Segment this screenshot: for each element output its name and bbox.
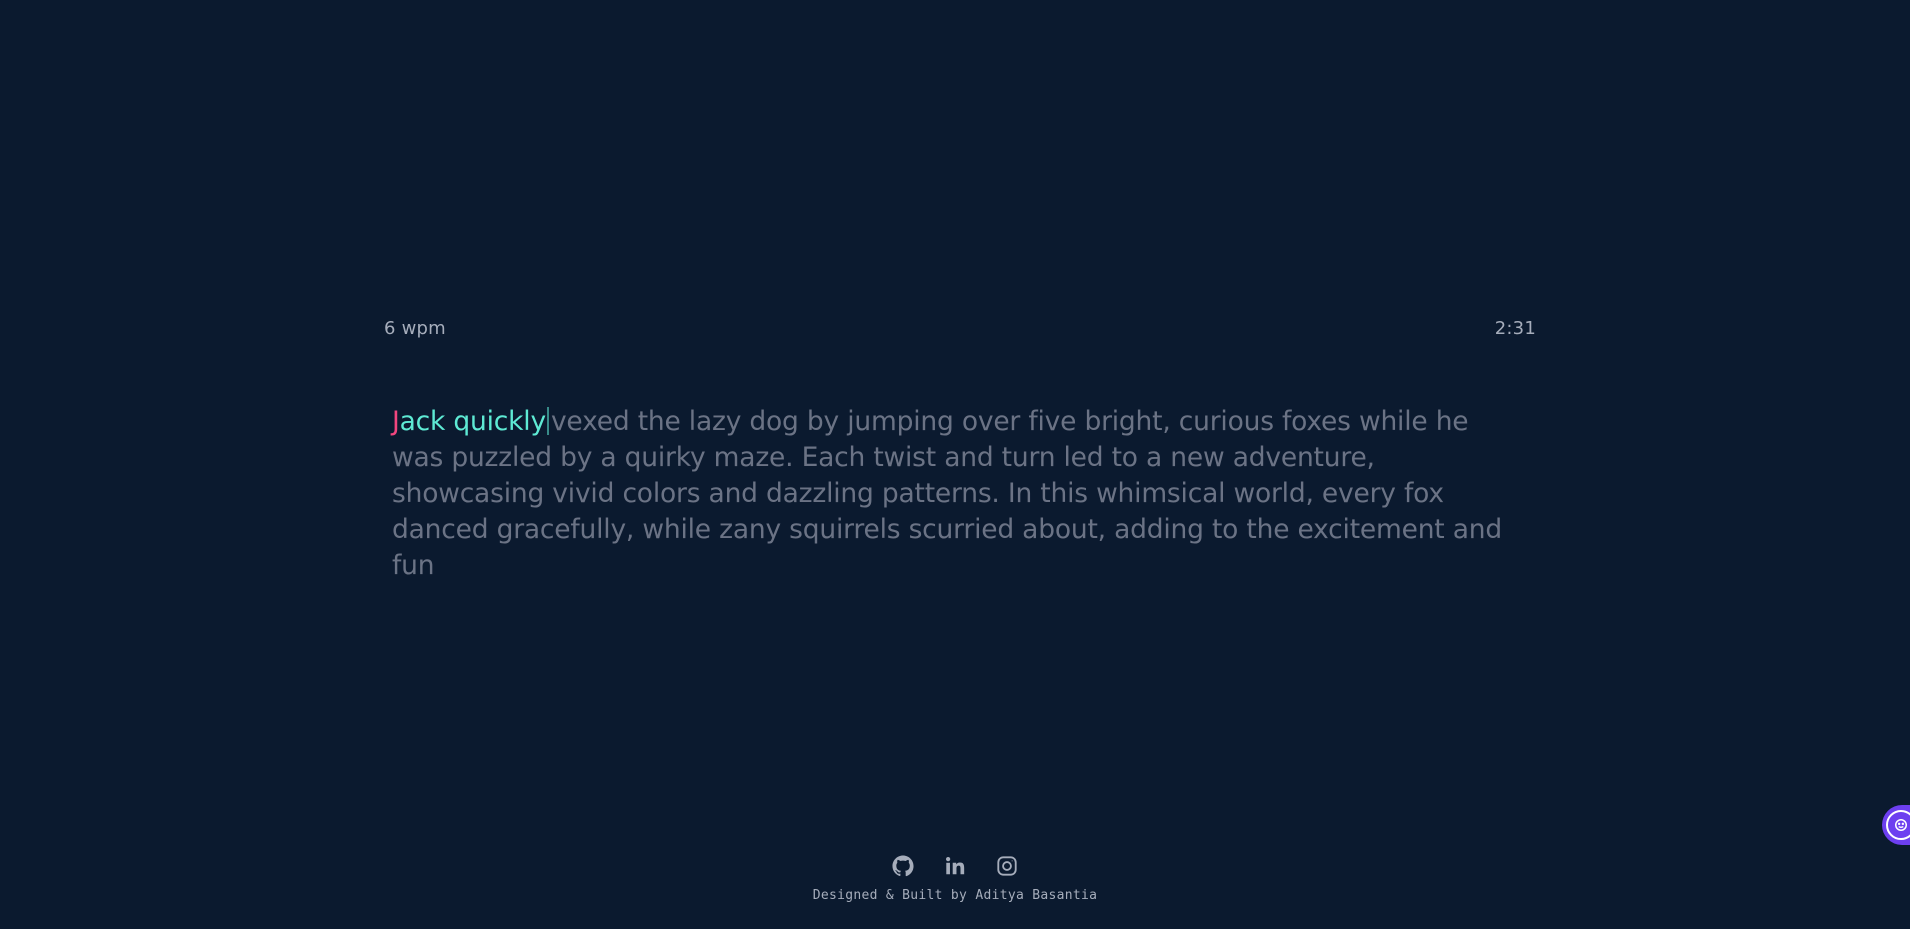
typing-test-app: 6 wpm 2:31 Jack quickly vexed the lazy do… (0, 0, 1910, 929)
stats-bar: 6 wpm 2:31 (384, 317, 1536, 339)
typed-error-chars: J (392, 406, 400, 437)
typed-correct-chars: ack quickly (399, 406, 547, 437)
footer: Designed & Built by Aditya Basantia (0, 852, 1910, 903)
widget-ring (1886, 810, 1910, 840)
wpm-counter: 6 wpm (384, 317, 446, 339)
github-link[interactable] (892, 855, 914, 877)
instagram-link[interactable] (996, 855, 1018, 877)
instagram-icon (997, 856, 1017, 876)
linkedin-icon (946, 857, 965, 875)
untyped-text: vexed the lazy dog by jumping over five … (392, 406, 1502, 581)
linkedin-link[interactable] (944, 855, 966, 877)
countdown-timer: 2:31 (1494, 317, 1536, 339)
footer-credit: Designed & Built by Aditya Basantia (812, 888, 1098, 903)
smiley-gear-icon (1895, 819, 1907, 831)
social-links (892, 852, 1018, 880)
github-icon (892, 855, 914, 877)
typing-area[interactable]: Jack quickly vexed the lazy dog by jumpin… (392, 404, 1522, 584)
typing-caret (546, 407, 549, 435)
floating-helper-button[interactable] (1882, 805, 1910, 845)
